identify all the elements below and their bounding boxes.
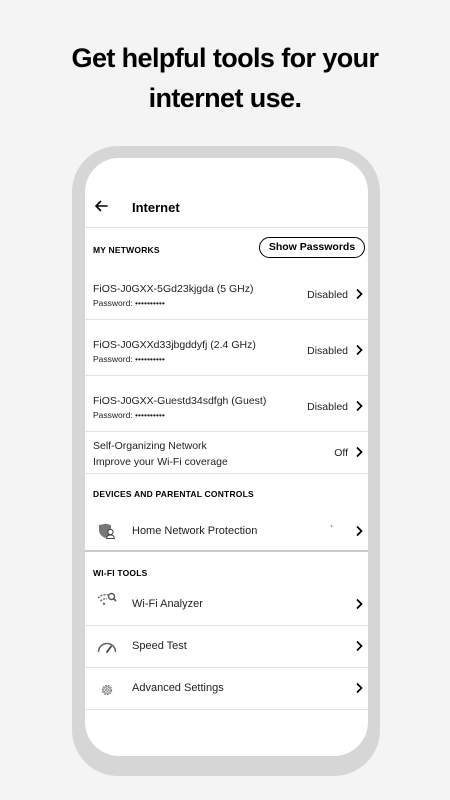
network-status: Disabled — [307, 401, 348, 413]
network-name: FiOS-J0GXXd33jbgddyfj (2.4 GHz) — [93, 339, 256, 351]
devices-label: DEVICES AND PARENTAL CONTROLS — [93, 489, 254, 499]
son-status: Off — [334, 447, 348, 459]
son-title: Self-Organizing Network — [93, 440, 207, 452]
wifi-search-icon — [97, 592, 117, 605]
app-bar: Internet — [85, 158, 368, 228]
my-networks-header: MY NETWORKS Show Passwords — [85, 228, 368, 264]
network-row-2-4ghz[interactable]: FiOS-J0GXXd33jbgddyfj (2.4 GHz) Password… — [85, 320, 368, 376]
wifi-analyzer-row[interactable]: Wi-Fi Analyzer — [85, 584, 368, 626]
network-name: FiOS-J0GXX-5Gd23kjgda (5 GHz) — [93, 283, 254, 295]
network-row-guest[interactable]: FiOS-J0GXX-Guestd34sdfgh (Guest) Passwor… — [85, 376, 368, 432]
chevron-right-icon — [356, 344, 363, 356]
network-password: Password: •••••••••• — [93, 410, 165, 420]
network-row-5ghz[interactable]: FiOS-J0GXX-5Gd23kjgda (5 GHz) Password: … — [85, 264, 368, 320]
chevron-right-icon — [356, 640, 363, 652]
chevron-right-icon — [356, 682, 363, 694]
speed-test-label: Speed Test — [132, 640, 187, 652]
wifi-tools-label: WI-FI TOOLS — [93, 568, 148, 578]
phone-screen: Internet MY NETWORKS Show Passwords FiOS… — [85, 158, 368, 756]
chevron-right-icon — [356, 446, 363, 458]
chevron-right-icon — [356, 400, 363, 412]
home-network-protection-row[interactable]: Home Network Protection ˋ — [85, 510, 368, 552]
speedometer-icon — [97, 642, 117, 653]
promo-headline: Get helpful tools for your internet use. — [0, 38, 450, 118]
my-networks-label: MY NETWORKS — [93, 245, 160, 255]
self-organizing-network-row[interactable]: Self-Organizing Network Improve your Wi-… — [85, 432, 368, 474]
advanced-settings-row[interactable]: Advanced Settings — [85, 668, 368, 710]
advanced-settings-label: Advanced Settings — [132, 682, 224, 694]
devices-header: DEVICES AND PARENTAL CONTROLS — [85, 474, 368, 510]
status-tick: ˋ — [330, 525, 334, 536]
headline-line-2: internet use. — [148, 83, 302, 113]
son-subtitle: Improve your Wi-Fi coverage — [93, 456, 228, 468]
arrow-left-icon[interactable] — [93, 198, 109, 214]
chevron-right-icon — [356, 288, 363, 300]
show-passwords-button[interactable]: Show Passwords — [259, 237, 365, 258]
wifi-analyzer-label: Wi-Fi Analyzer — [132, 598, 203, 610]
network-password: Password: •••••••••• — [93, 354, 165, 364]
wifi-tools-header: WI-FI TOOLS — [85, 552, 368, 584]
network-password: Password: •••••••••• — [93, 298, 165, 308]
shield-user-icon — [99, 523, 116, 539]
headline-line-1: Get helpful tools for your — [71, 43, 380, 73]
network-status: Disabled — [307, 289, 348, 301]
chevron-right-icon — [356, 525, 363, 537]
page-title: Internet — [132, 200, 180, 215]
gear-icon — [101, 684, 113, 696]
home-network-protection-label: Home Network Protection — [132, 525, 258, 537]
network-name: FiOS-J0GXX-Guestd34sdfgh (Guest) — [93, 395, 267, 407]
network-status: Disabled — [307, 345, 348, 357]
chevron-right-icon — [356, 598, 363, 610]
speed-test-row[interactable]: Speed Test — [85, 626, 368, 668]
